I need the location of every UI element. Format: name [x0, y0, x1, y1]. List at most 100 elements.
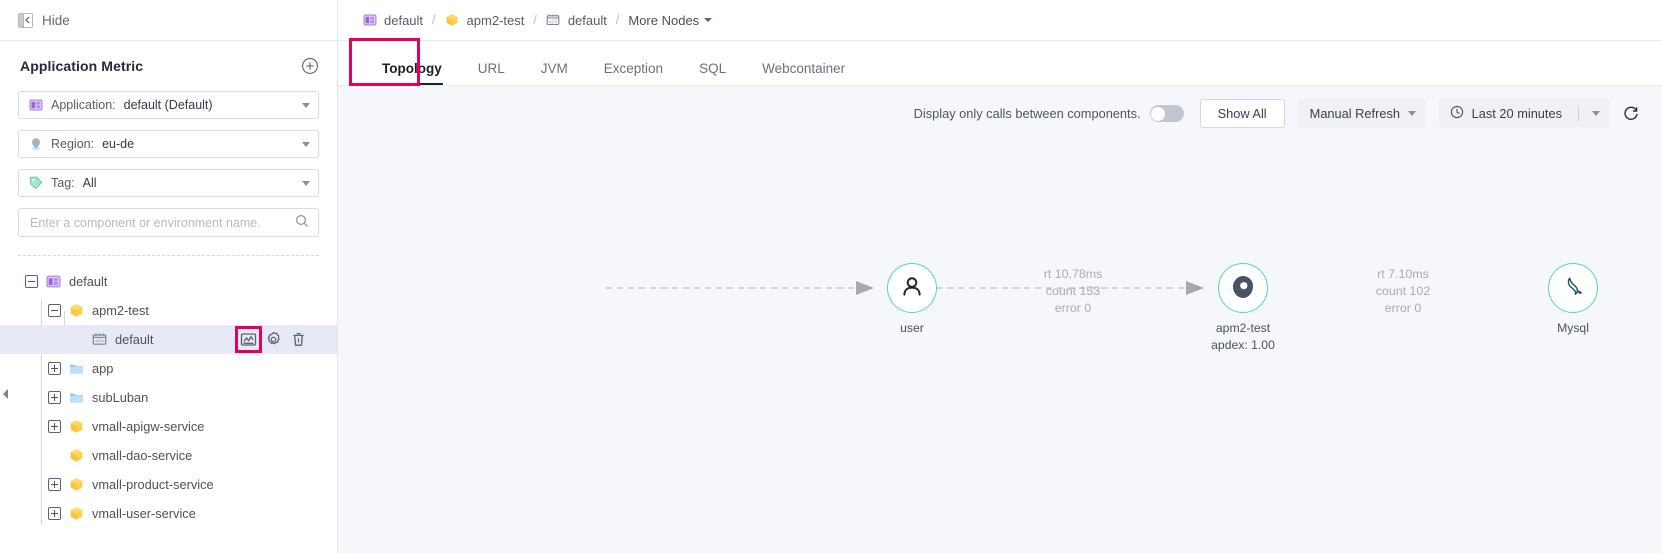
application-select[interactable]: Application: default (Default): [18, 91, 319, 119]
application-icon: [45, 274, 61, 290]
topology-edge-label-user-apm2: rt 10.78ms count 153 error 0: [1044, 266, 1103, 317]
breadcrumb-label: default: [567, 12, 607, 28]
tree-node-subluban[interactable]: subLuban: [0, 383, 337, 412]
chevron-down-icon[interactable]: [302, 141, 310, 147]
tag-select-label: Tag:: [51, 176, 75, 190]
topology-tab-highlight-box: [349, 38, 420, 86]
tree-toggle-plus-icon[interactable]: [48, 420, 61, 433]
topology-node-apm2-test[interactable]: [1218, 263, 1268, 313]
edge-count: count 153: [1045, 284, 1101, 298]
breadcrumb-label: apm2-test: [466, 12, 525, 28]
tag-select[interactable]: Tag: All: [18, 169, 319, 197]
more-nodes-label: More Nodes: [628, 12, 700, 28]
chevron-down-icon[interactable]: [302, 180, 310, 186]
collapse-left-icon[interactable]: [18, 12, 33, 28]
settings-gear-icon[interactable]: [265, 331, 282, 348]
delete-trash-icon[interactable]: [290, 331, 307, 348]
breadcrumb-separator: /: [533, 13, 537, 27]
edge-error: error 0: [1384, 301, 1422, 315]
tree-node-vmall-user-service[interactable]: vmall-user-service: [0, 499, 337, 528]
tree-toggle-plus-icon[interactable]: [48, 478, 61, 491]
topology-diagram: user apm2-test apdex: 1.00 Mysql rt 10.7…: [338, 86, 1662, 553]
cube-icon: [68, 303, 84, 319]
region-select-value: eu-de: [102, 137, 135, 151]
application-root: Hide Application Metric Application: def…: [0, 0, 1662, 553]
cube-icon: [68, 477, 84, 493]
tree-toggle-plus-icon[interactable]: [48, 391, 61, 404]
tree-node-label: app: [92, 361, 114, 376]
tree-node-label: vmall-user-service: [92, 506, 196, 521]
tab-sql[interactable]: SQL: [681, 61, 744, 86]
tree-node-app[interactable]: app: [0, 354, 337, 383]
collapse-panel-arrow-icon[interactable]: [0, 386, 11, 402]
folder-icon: [68, 390, 84, 406]
tag-icon: [28, 176, 43, 191]
tab-url[interactable]: URL: [460, 61, 523, 86]
tree-toggle-plus-icon[interactable]: [48, 507, 61, 520]
application-icon: [362, 13, 377, 28]
tree-node-label: apm2-test: [92, 303, 149, 318]
tab-bar: Topology URL JVM Exception SQL Webcontai…: [338, 41, 1662, 86]
filter-selects: Application: default (Default) Region: e…: [0, 91, 337, 197]
tree-node-vmall-dao-service[interactable]: vmall-dao-service: [0, 441, 337, 470]
svg-text:</>: </>: [549, 19, 558, 25]
breadcrumb-item-environment[interactable]: </> default: [546, 13, 607, 28]
tag-select-value: All: [82, 176, 97, 190]
cube-icon: [68, 448, 84, 464]
component-search-box[interactable]: [18, 208, 319, 237]
search-input[interactable]: [28, 214, 295, 231]
more-nodes-dropdown[interactable]: More Nodes: [628, 12, 713, 28]
plus-circle-icon[interactable]: [301, 57, 319, 75]
chevron-down-icon[interactable]: [704, 18, 713, 22]
topology-node-apm2-test-label: apm2-test: [1215, 321, 1271, 335]
breadcrumb-label: default: [384, 12, 424, 28]
tree-node-apm2-test[interactable]: apm2-test: [0, 296, 337, 325]
tree-node-label: default: [69, 274, 108, 289]
topology-node-apm2-test-apdex: apdex: 1.00: [1211, 338, 1275, 352]
tab-webcontainer[interactable]: Webcontainer: [744, 61, 863, 86]
edge-error: error 0: [1054, 301, 1092, 315]
edge-count: count 102: [1375, 284, 1431, 298]
application-select-label: Application:: [51, 98, 116, 112]
main-content: default / apm2-test / </> default / More…: [338, 0, 1662, 553]
edge-rt: rt 10.78ms: [1043, 267, 1103, 281]
search-icon[interactable]: [295, 214, 309, 231]
topology-node-user-label: user: [900, 321, 924, 335]
cube-icon: [68, 506, 84, 522]
component-tree: default apm2-test </> default app subLub…: [0, 267, 337, 553]
section-divider: [18, 255, 319, 256]
tab-exception[interactable]: Exception: [586, 61, 681, 86]
topology-node-user[interactable]: [887, 263, 937, 313]
metric-chart-icon[interactable]: [235, 326, 262, 353]
panel-title-row: Application Metric: [0, 45, 337, 87]
application-select-value: default (Default): [123, 98, 213, 112]
tree-toggle-plus-icon[interactable]: [48, 362, 61, 375]
tree-row-actions: [235, 326, 337, 353]
breadcrumb-separator: /: [615, 13, 620, 27]
topology-edges: [606, 281, 1204, 295]
chevron-down-icon[interactable]: [302, 102, 310, 108]
hide-label: Hide: [42, 12, 70, 28]
svg-text:</>: </>: [95, 339, 104, 345]
edge-rt: rt 7.10ms: [1377, 267, 1429, 281]
tree-node-label: default: [115, 332, 154, 347]
tree-node-default-root[interactable]: default: [0, 267, 337, 296]
env-icon: </>: [91, 332, 107, 348]
tree-node-label: vmall-product-service: [92, 477, 214, 492]
breadcrumb-item-component[interactable]: apm2-test: [445, 12, 525, 28]
breadcrumb-separator: /: [432, 13, 436, 27]
tree-toggle-minus-icon[interactable]: [25, 275, 38, 288]
tab-jvm[interactable]: JVM: [523, 61, 586, 86]
topology-canvas: Display only calls between components. S…: [338, 86, 1662, 553]
region-select-label: Region:: [51, 137, 95, 151]
breadcrumb: default / apm2-test / </> default / More…: [338, 0, 1662, 41]
tree-node-default-env[interactable]: </> default: [0, 325, 337, 354]
tree-toggle-minus-icon[interactable]: [48, 304, 61, 317]
tree-node-vmall-product-service[interactable]: vmall-product-service: [0, 470, 337, 499]
breadcrumb-item-application[interactable]: default: [362, 13, 423, 28]
region-select[interactable]: Region: eu-de: [18, 130, 319, 158]
tree-node-vmall-apigw-service[interactable]: vmall-apigw-service: [0, 412, 337, 441]
hide-panel-bar[interactable]: Hide: [0, 0, 337, 41]
topology-node-mysql[interactable]: [1548, 263, 1598, 313]
service-icon: [1229, 273, 1257, 304]
